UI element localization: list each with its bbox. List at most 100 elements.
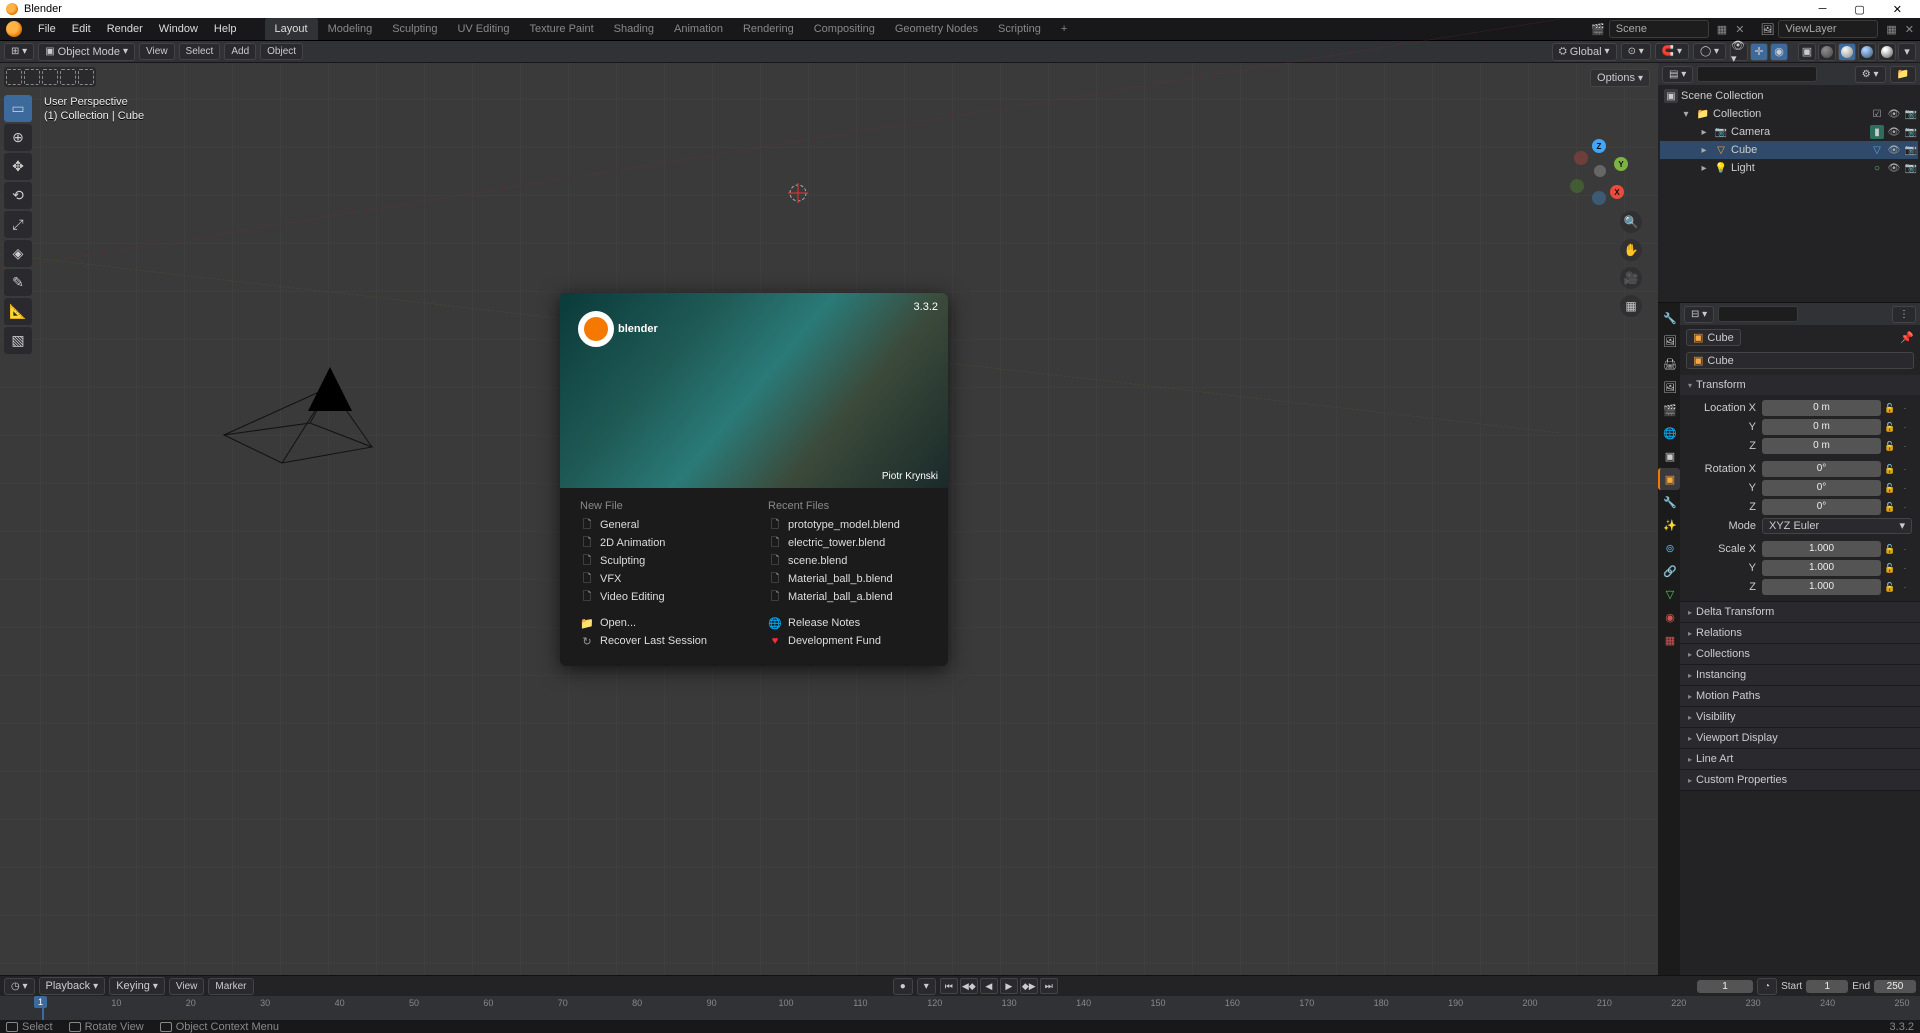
scale-y[interactable]: 1.000: [1762, 560, 1881, 576]
shading-dropdown[interactable]: ▾: [1898, 43, 1916, 61]
ptab-texture[interactable]: ▦: [1659, 629, 1681, 651]
new-scene-button[interactable]: ▦: [1713, 23, 1731, 36]
panel-motion-paths[interactable]: ▸Motion Paths: [1680, 686, 1920, 706]
keying-menu[interactable]: Keying ▾: [109, 977, 165, 995]
scale-x[interactable]: 1.000: [1762, 541, 1881, 557]
select-subtract-icon[interactable]: [42, 69, 58, 85]
ptab-output[interactable]: 🖨: [1659, 353, 1681, 375]
proportional-edit-toggle[interactable]: ◯ ▾: [1693, 43, 1726, 60]
release-notes-link[interactable]: 🌐Release Notes: [768, 614, 928, 632]
tab-sculpting[interactable]: Sculpting: [382, 18, 447, 40]
panel-custom-properties[interactable]: ▸Custom Properties: [1680, 770, 1920, 790]
location-z[interactable]: 0 m: [1762, 438, 1881, 454]
timeline-view-menu[interactable]: View: [169, 978, 205, 995]
lock-icon[interactable]: 🔓: [1883, 439, 1897, 453]
anim-icon[interactable]: ·: [1898, 462, 1912, 476]
zoom-icon[interactable]: 🔍: [1620, 211, 1642, 233]
select-set-icon[interactable]: [6, 69, 22, 85]
jump-start-button[interactable]: ⏮: [940, 978, 958, 994]
unlink-scene-button[interactable]: ✕: [1735, 23, 1744, 36]
close-icon[interactable]: ✕: [1893, 3, 1902, 16]
tab-shading[interactable]: Shading: [604, 18, 664, 40]
perspective-toggle-icon[interactable]: ▦: [1620, 295, 1642, 317]
ptab-scene[interactable]: 🎬: [1659, 399, 1681, 421]
pivot-dropdown[interactable]: ⊙ ▾: [1621, 43, 1651, 60]
jump-end-button[interactable]: ⏭: [1040, 978, 1058, 994]
disable-render-toggle[interactable]: 📷: [1904, 163, 1918, 174]
snap-toggle[interactable]: 🧲 ▾: [1655, 43, 1689, 60]
new-collection-button[interactable]: 📁: [1890, 66, 1916, 83]
lock-icon[interactable]: 🔓: [1883, 401, 1897, 415]
add-menu[interactable]: Add: [224, 43, 256, 60]
shading-wireframe[interactable]: [1818, 43, 1836, 61]
panel-instancing[interactable]: ▸Instancing: [1680, 665, 1920, 685]
lock-icon[interactable]: 🔓: [1883, 500, 1897, 514]
disable-render-toggle[interactable]: 📷: [1904, 109, 1918, 120]
recover-button[interactable]: ↻Recover Last Session: [580, 632, 740, 650]
anim-icon[interactable]: ·: [1898, 439, 1912, 453]
ptab-modifiers[interactable]: 🔧: [1659, 491, 1681, 513]
location-x[interactable]: 0 m: [1762, 400, 1881, 416]
recent-file-4[interactable]: 🗋Material_ball_a.blend: [768, 588, 928, 606]
end-frame[interactable]: 250: [1874, 980, 1916, 993]
disable-render-toggle[interactable]: 📷: [1904, 127, 1918, 138]
render-menu[interactable]: Render: [99, 23, 151, 35]
gizmo-neg-z[interactable]: [1592, 191, 1606, 205]
lock-icon[interactable]: 🔓: [1883, 542, 1897, 556]
gizmo-neg-x[interactable]: [1574, 151, 1588, 165]
lock-icon[interactable]: 🔓: [1883, 481, 1897, 495]
autokey-dropdown[interactable]: ▾: [917, 978, 936, 995]
ptab-object[interactable]: ▣: [1658, 468, 1680, 490]
lock-icon[interactable]: 🔓: [1883, 561, 1897, 575]
new-2d-animation[interactable]: 🗋2D Animation: [580, 534, 740, 552]
panel-viewport-display[interactable]: ▸Viewport Display: [1680, 728, 1920, 748]
timeline-type-dropdown[interactable]: ◷ ▾: [4, 978, 35, 995]
ptab-particles[interactable]: ✨: [1659, 514, 1681, 536]
exclude-toggle[interactable]: ☑: [1870, 109, 1884, 120]
select-box-tool[interactable]: ▭: [4, 95, 32, 122]
chevron-right-icon[interactable]: ▸: [1697, 145, 1711, 156]
outliner-type-dropdown[interactable]: ▤ ▾: [1662, 66, 1693, 83]
panel-delta-transform[interactable]: ▸Delta Transform: [1680, 602, 1920, 622]
playhead[interactable]: [42, 996, 44, 1020]
shading-material[interactable]: [1858, 43, 1876, 61]
anim-icon[interactable]: ·: [1898, 542, 1912, 556]
tab-texturepaint[interactable]: Texture Paint: [519, 18, 603, 40]
select-extend-icon[interactable]: [24, 69, 40, 85]
tab-uvediting[interactable]: UV Editing: [447, 18, 519, 40]
gizmo-y-axis[interactable]: Y: [1614, 157, 1628, 171]
scale-z[interactable]: 1.000: [1762, 579, 1881, 595]
pan-icon[interactable]: ✋: [1620, 239, 1642, 261]
ptab-world[interactable]: 🌐: [1659, 422, 1681, 444]
hide-toggle[interactable]: 👁: [1887, 145, 1901, 156]
new-sculpting[interactable]: 🗋Sculpting: [580, 552, 740, 570]
blender-icon[interactable]: [6, 21, 22, 37]
viewlayer-field[interactable]: [1778, 20, 1878, 38]
keyframe-next-button[interactable]: ◆▶: [1020, 978, 1038, 994]
shading-rendered[interactable]: [1878, 43, 1896, 61]
panel-relations[interactable]: ▸Relations: [1680, 623, 1920, 643]
new-vfx[interactable]: 🗋VFX: [580, 570, 740, 588]
scene-icon[interactable]: 🎬: [1591, 23, 1605, 36]
panel-collections[interactable]: ▸Collections: [1680, 644, 1920, 664]
annotate-tool[interactable]: ✎: [4, 269, 32, 296]
camera-view-icon[interactable]: 🎥: [1620, 267, 1642, 289]
playback-menu[interactable]: Playback ▾: [39, 977, 106, 995]
tab-animation[interactable]: Animation: [664, 18, 733, 40]
file-menu[interactable]: File: [30, 23, 64, 35]
anim-icon[interactable]: ·: [1898, 561, 1912, 575]
development-fund-link[interactable]: ♥Development Fund: [768, 632, 928, 650]
anim-icon[interactable]: ·: [1898, 420, 1912, 434]
timeline-ruler[interactable]: 1020304050607080901001101201301401501601…: [0, 996, 1920, 1020]
start-frame[interactable]: 1: [1806, 980, 1848, 993]
viewlayer-icon[interactable]: 🖼: [1760, 23, 1774, 36]
3d-viewport[interactable]: User Perspective (1) Collection | Cube ▭…: [0, 63, 1658, 975]
chevron-right-icon[interactable]: ▸: [1697, 163, 1711, 174]
panel-transform-header[interactable]: ▾Transform: [1680, 375, 1920, 395]
autokey-toggle[interactable]: ●: [893, 978, 913, 995]
remove-viewlayer-button[interactable]: ✕: [1905, 23, 1914, 36]
rotation-y[interactable]: 0°: [1762, 480, 1881, 496]
breadcrumb-object[interactable]: ▣Cube: [1686, 329, 1741, 346]
panel-line-art[interactable]: ▸Line Art: [1680, 749, 1920, 769]
rotation-z[interactable]: 0°: [1762, 499, 1881, 515]
